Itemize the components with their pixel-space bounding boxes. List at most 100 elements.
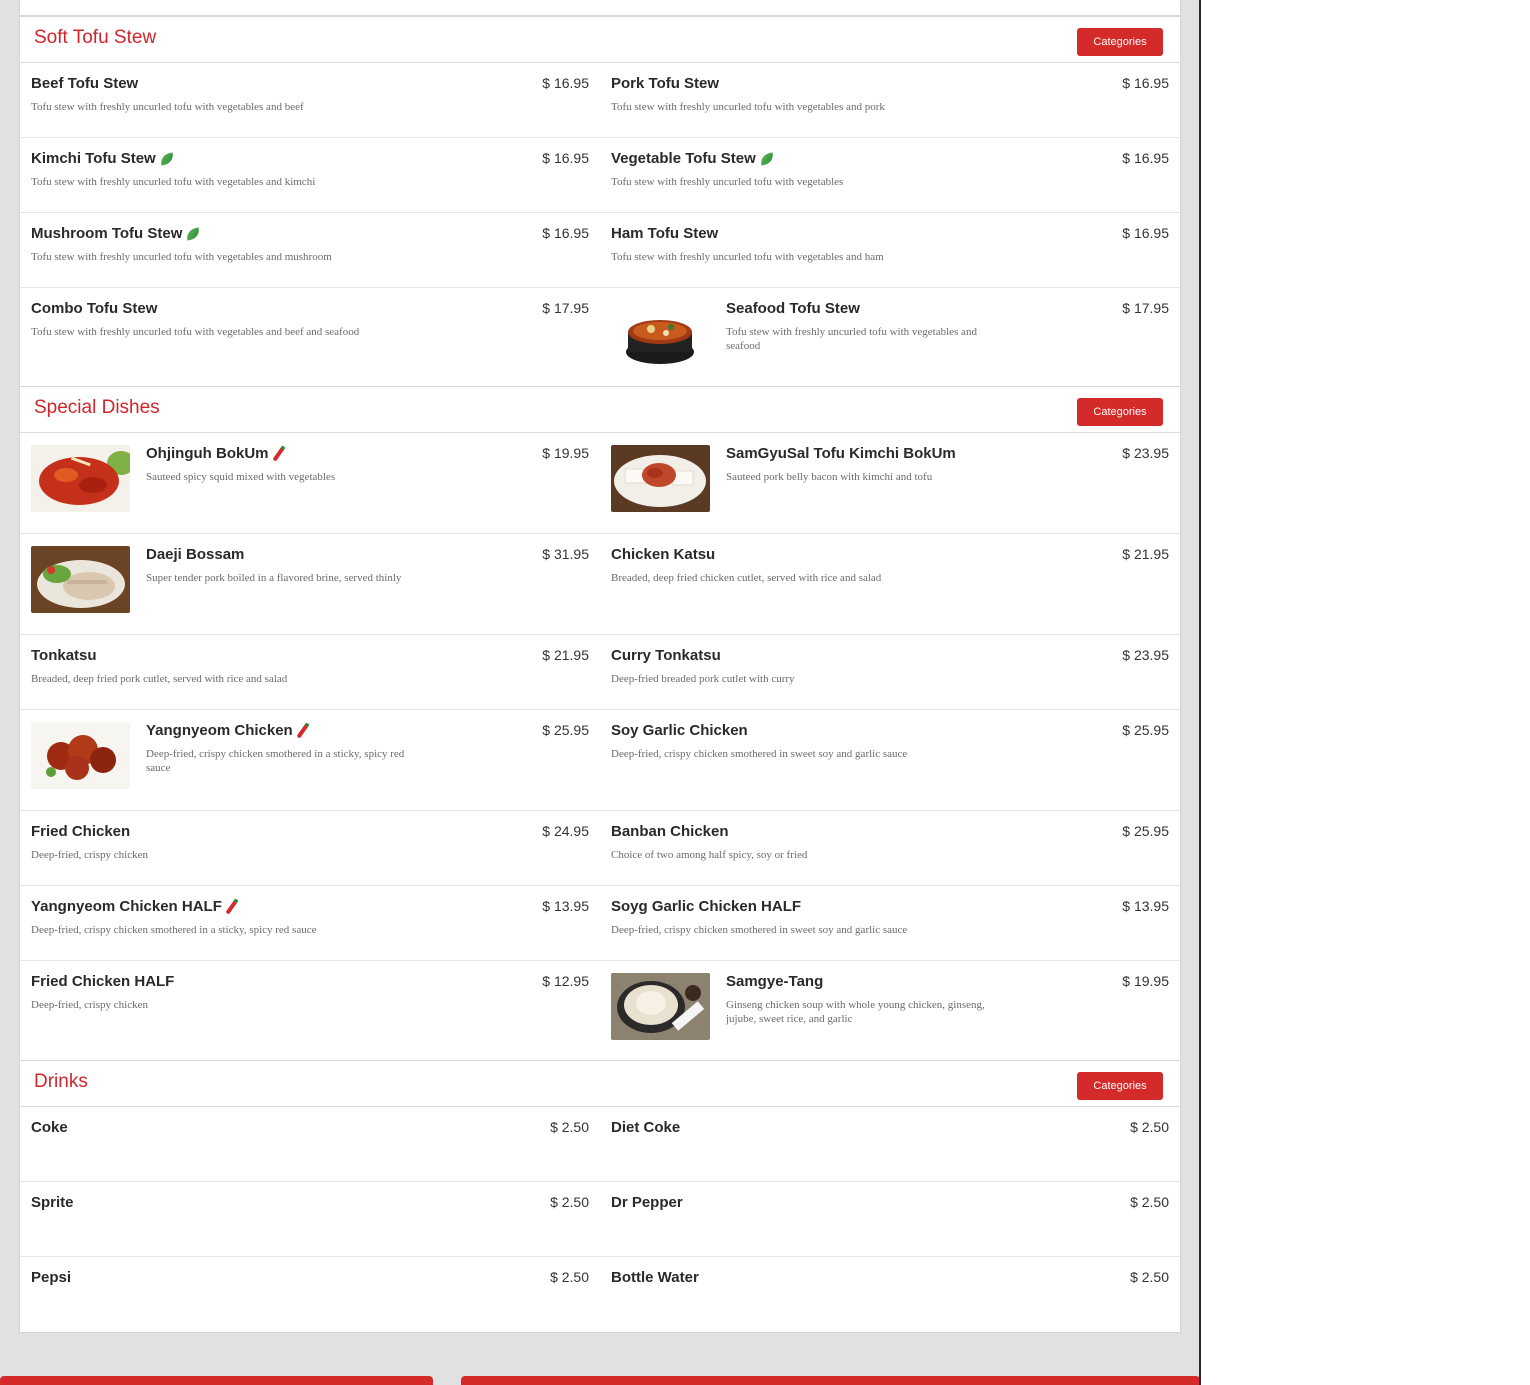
- categories-button[interactable]: Categories: [1077, 1072, 1163, 1100]
- item-price: $ 17.95: [1122, 300, 1169, 316]
- item-description: Breaded, deep fried pork cutlet, served …: [31, 673, 288, 685]
- item-price: $ 24.95: [542, 823, 589, 839]
- spicy-chili-icon: [296, 722, 310, 739]
- item-name: Kimchi Tofu Stew: [31, 150, 175, 167]
- item-name: Mushroom Tofu Stew: [31, 225, 202, 242]
- item-name: Ham Tofu Stew: [611, 225, 719, 242]
- menu-row: Kimchi Tofu Stew Tofu stew with freshly …: [20, 138, 1180, 213]
- item-description: Tofu stew with freshly uncurled tofu wit…: [611, 251, 884, 263]
- item-name: Bottle Water: [611, 1269, 699, 1286]
- item-description: Deep-fried, crispy chicken: [31, 999, 148, 1011]
- item-price: $ 2.50: [550, 1269, 589, 1285]
- item-name: Tonkatsu: [31, 647, 97, 664]
- item-description: Tofu stew with freshly uncurled tofu wit…: [31, 176, 316, 188]
- menu-row: Ohjinguh BokUm Sauteed spicy squid mixed…: [20, 433, 1180, 534]
- item-description: Tofu stew with freshly uncurled tofu wit…: [611, 101, 885, 113]
- item-description: Deep-fried, crispy chicken smothered in …: [31, 924, 317, 936]
- menu-item[interactable]: Sprite $ 2.50: [31, 1182, 589, 1256]
- menu-item[interactable]: Fried Chicken Deep-fried, crispy chicken…: [31, 811, 589, 885]
- item-name: Coke: [31, 1119, 68, 1136]
- item-price: $ 2.50: [1130, 1119, 1169, 1135]
- menu-row: Pepsi $ 2.50 Bottle Water $ 2.50: [20, 1257, 1180, 1332]
- menu-item[interactable]: Chicken Katsu Breaded, deep fried chicke…: [611, 534, 1169, 634]
- section-drinks: Drinks Categories Coke $ 2.50 Diet Coke …: [19, 1060, 1181, 1333]
- item-price: $ 2.50: [550, 1119, 589, 1135]
- spicy-chili-icon: [225, 898, 239, 915]
- menu-item[interactable]: Diet Coke $ 2.50: [611, 1107, 1169, 1181]
- item-description: Sauteed pork belly bacon with kimchi and…: [726, 471, 933, 483]
- menu-row: Coke $ 2.50 Diet Coke $ 2.50: [20, 1107, 1180, 1182]
- item-price: $ 16.95: [542, 150, 589, 166]
- spicy-chili-icon: [271, 445, 286, 462]
- item-description: Deep-fried, crispy chicken smothered in …: [146, 748, 405, 774]
- item-price: $ 23.95: [1122, 445, 1169, 461]
- next-panel-edge-right: [461, 1376, 1200, 1385]
- item-description: Tofu stew with freshly uncurled tofu wit…: [611, 176, 844, 188]
- yangnyeom-photo: [31, 722, 130, 789]
- menu-item[interactable]: Daeji Bossam Super tender pork boiled in…: [31, 534, 589, 634]
- vegetarian-leaf-icon: [758, 151, 775, 166]
- menu-item[interactable]: Curry Tonkatsu Deep-fried breaded pork c…: [611, 635, 1169, 709]
- item-name: Banban Chicken: [611, 823, 729, 840]
- item-price: $ 19.95: [542, 445, 589, 461]
- section-soft-tofu-stew: Soft Tofu Stew Categories Beef Tofu Stew…: [19, 16, 1181, 388]
- item-name: Ohjinguh BokUm: [146, 445, 286, 462]
- item-name: SamGyuSal Tofu Kimchi BokUm: [726, 445, 956, 462]
- item-name: Pepsi: [31, 1269, 72, 1286]
- item-name: Fried Chicken: [31, 823, 131, 840]
- item-name: Curry Tonkatsu: [611, 647, 721, 664]
- item-price: $ 25.95: [1122, 823, 1169, 839]
- menu-row: Mushroom Tofu Stew Tofu stew with freshl…: [20, 213, 1180, 288]
- menu-item[interactable]: Bottle Water $ 2.50: [611, 1257, 1169, 1332]
- item-price: $ 2.50: [1130, 1194, 1169, 1210]
- menu-item[interactable]: Pork Tofu Stew Tofu stew with freshly un…: [611, 63, 1169, 137]
- item-name: Sprite: [31, 1194, 74, 1211]
- categories-button[interactable]: Categories: [1077, 28, 1163, 56]
- item-description: Tofu stew with freshly uncurled tofu wit…: [726, 326, 977, 352]
- menu-item[interactable]: Dr Pepper $ 2.50: [611, 1182, 1169, 1256]
- item-price: $ 19.95: [1122, 973, 1169, 989]
- menu-item[interactable]: Soyg Garlic Chicken HALF Deep-fried, cri…: [611, 886, 1169, 960]
- menu-item[interactable]: SamGyuSal Tofu Kimchi BokUm Sauteed pork…: [611, 433, 1169, 533]
- menu-item[interactable]: Ham Tofu Stew Tofu stew with freshly unc…: [611, 213, 1169, 287]
- item-price: $ 25.95: [1122, 722, 1169, 738]
- menu-item[interactable]: Samgye-Tang Ginseng chicken soup with wh…: [611, 961, 1169, 1060]
- item-name: Samgye-Tang: [726, 973, 824, 990]
- menu-row: Combo Tofu Stew Tofu stew with freshly u…: [20, 288, 1180, 387]
- menu-item[interactable]: Mushroom Tofu Stew Tofu stew with freshl…: [31, 213, 589, 287]
- item-description: Deep-fried, crispy chicken: [31, 849, 148, 861]
- item-name: Yangnyeom Chicken HALF: [31, 898, 239, 915]
- menu-row: Yangnyeom Chicken HALF Deep-fried, crisp…: [20, 886, 1180, 961]
- menu-item[interactable]: Tonkatsu Breaded, deep fried pork cutlet…: [31, 635, 589, 709]
- item-price: $ 23.95: [1122, 647, 1169, 663]
- menu-item[interactable]: Coke $ 2.50: [31, 1107, 589, 1181]
- item-description: Deep-fried breaded pork cutlet with curr…: [611, 673, 795, 685]
- categories-button[interactable]: Categories: [1077, 398, 1163, 426]
- menu-item[interactable]: Ohjinguh BokUm Sauteed spicy squid mixed…: [31, 433, 589, 533]
- item-description: Breaded, deep fried chicken cutlet, serv…: [611, 572, 882, 584]
- item-price: $ 16.95: [1122, 75, 1169, 91]
- item-name: Seafood Tofu Stew: [726, 300, 860, 317]
- menu-item[interactable]: Beef Tofu Stew Tofu stew with freshly un…: [31, 63, 589, 137]
- menu-item[interactable]: Combo Tofu Stew Tofu stew with freshly u…: [31, 288, 589, 387]
- menu-item[interactable]: Yangnyeom Chicken HALF Deep-fried, crisp…: [31, 886, 589, 960]
- menu-item[interactable]: Yangnyeom Chicken Deep-fried, crispy chi…: [31, 710, 589, 810]
- menu-item[interactable]: Banban Chicken Choice of two among half …: [611, 811, 1169, 885]
- item-price: $ 13.95: [1122, 898, 1169, 914]
- item-price: $ 13.95: [542, 898, 589, 914]
- item-price: $ 25.95: [542, 722, 589, 738]
- menu-item[interactable]: Vegetable Tofu Stew Tofu stew with fresh…: [611, 138, 1169, 212]
- menu-item[interactable]: Seafood Tofu Stew Tofu stew with freshly…: [611, 288, 1169, 387]
- item-name: Yangnyeom Chicken: [146, 722, 310, 739]
- item-name: Dr Pepper: [611, 1194, 683, 1211]
- item-price: $ 16.95: [1122, 225, 1169, 241]
- item-price: $ 16.95: [542, 225, 589, 241]
- item-name: Daeji Bossam: [146, 546, 245, 563]
- menu-item[interactable]: Fried Chicken HALF Deep-fried, crispy ch…: [31, 961, 589, 1060]
- vegetarian-leaf-icon: [185, 226, 202, 241]
- item-price: $ 17.95: [542, 300, 589, 316]
- menu-item[interactable]: Soy Garlic Chicken Deep-fried, crispy ch…: [611, 710, 1169, 810]
- item-name: Soy Garlic Chicken: [611, 722, 748, 739]
- menu-item[interactable]: Pepsi $ 2.50: [31, 1257, 589, 1332]
- menu-item[interactable]: Kimchi Tofu Stew Tofu stew with freshly …: [31, 138, 589, 212]
